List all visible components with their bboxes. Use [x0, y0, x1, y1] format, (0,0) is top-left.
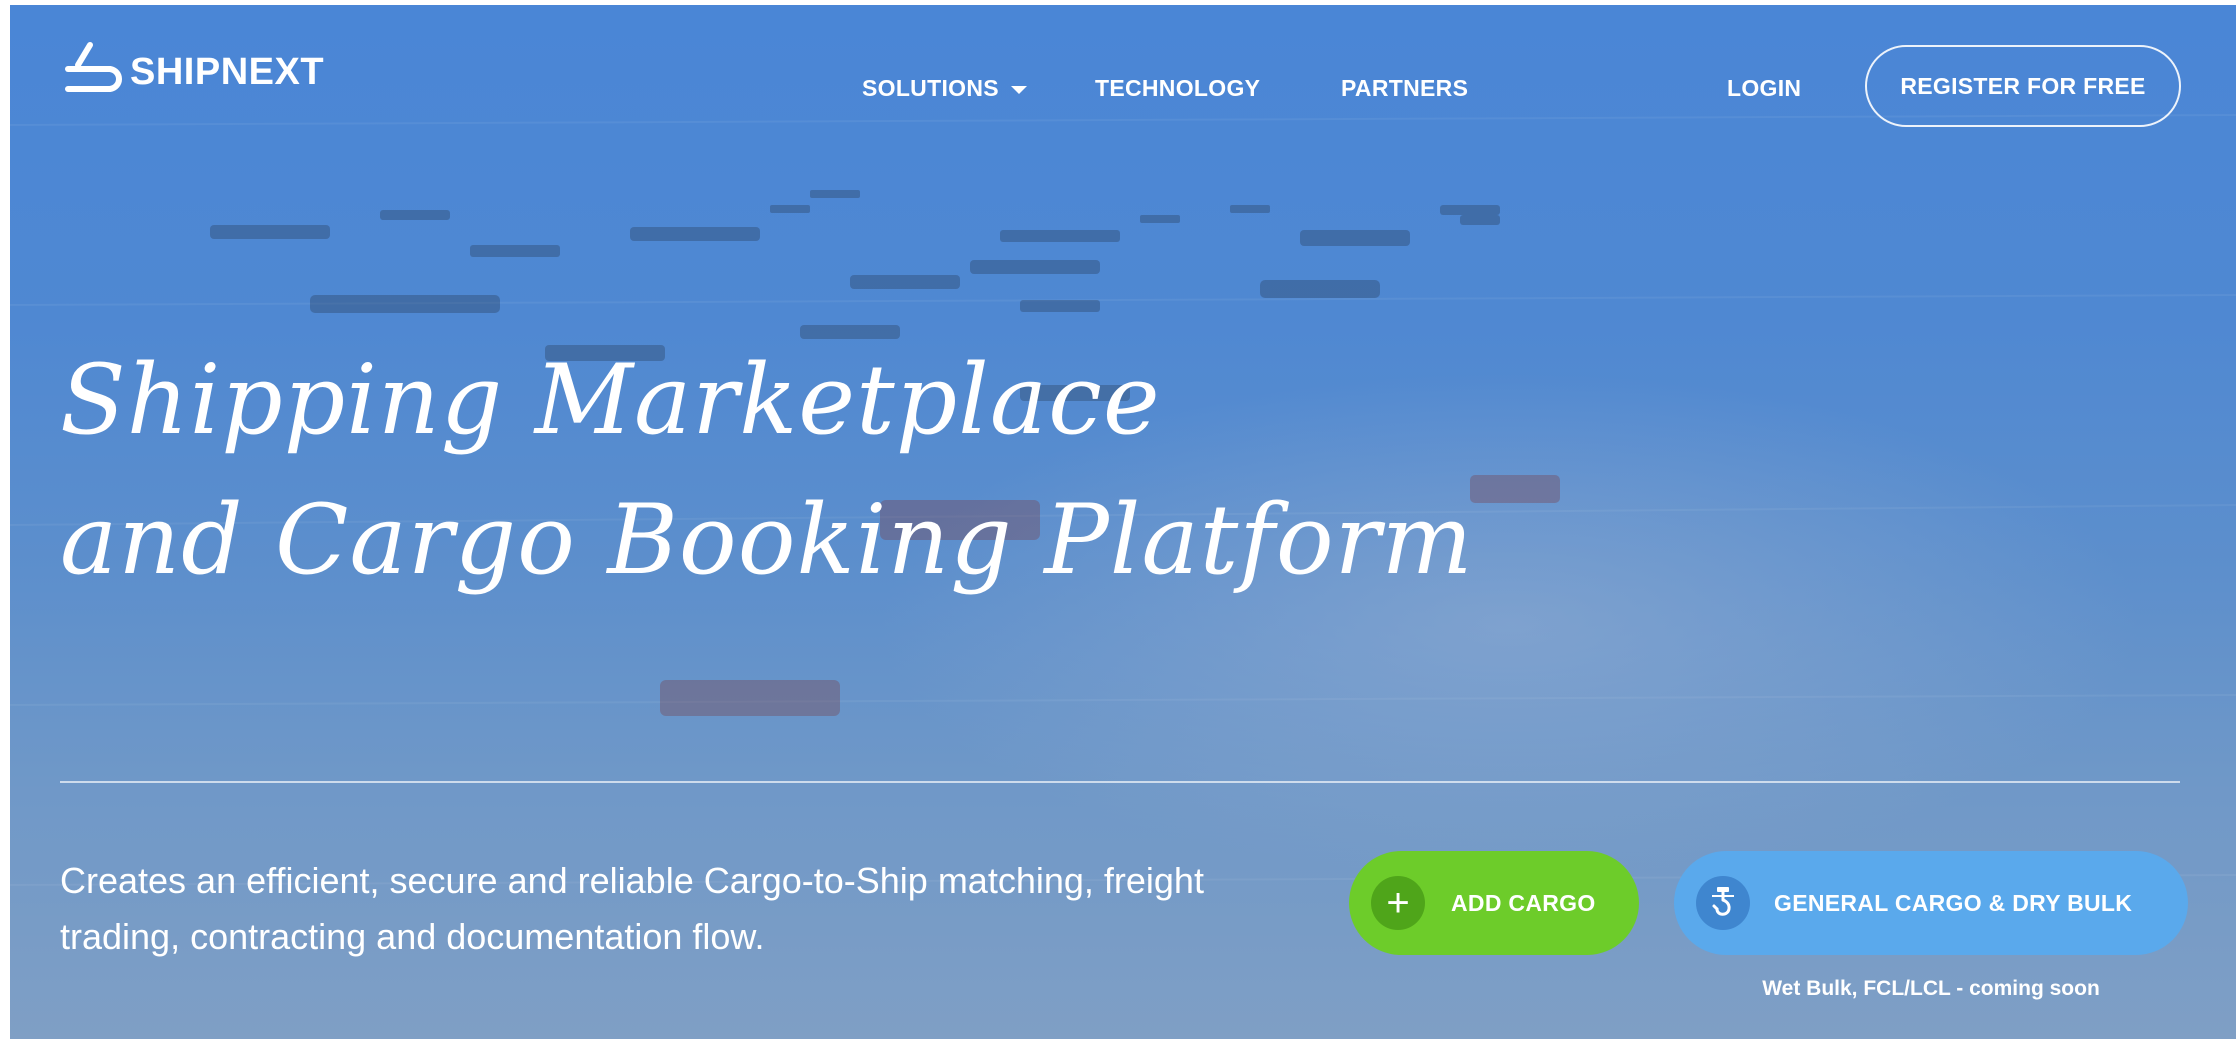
coming-soon-note: Wet Bulk, FCL/LCL - coming soon [1762, 977, 2100, 1000]
general-cargo-label: GENERAL CARGO & DRY BULK [1774, 889, 2133, 916]
hero-divider [60, 781, 2180, 783]
hero-headline-line1: Shipping Marketplace [60, 344, 1161, 456]
nav-login[interactable]: LOGIN [1727, 75, 1801, 102]
brand-logo[interactable]: SHIPNEXT [60, 39, 324, 105]
crane-hook-icon [1696, 876, 1750, 930]
hero-headline-line2: and Cargo Booking Platform [60, 484, 1474, 596]
nav-solutions-dropdown[interactable]: SOLUTIONS [862, 75, 1027, 102]
general-cargo-button[interactable]: GENERAL CARGO & DRY BULK [1674, 851, 2188, 955]
hero-section: SHIPNEXT SOLUTIONS TECHNOLOGY PARTNERS L… [10, 5, 2236, 1039]
nav-technology[interactable]: TECHNOLOGY [1095, 75, 1260, 102]
hero-headline: Shipping Marketplace and Cargo Booking P… [60, 330, 1474, 610]
brand-name: SHIPNEXT [130, 50, 325, 93]
nav-partners[interactable]: PARTNERS [1341, 75, 1468, 102]
chevron-down-icon [1010, 85, 1027, 94]
shipnext-logo-icon [65, 42, 122, 92]
register-button[interactable]: REGISTER FOR FREE [1865, 45, 2181, 127]
plus-icon: + [1371, 876, 1425, 930]
add-cargo-label: ADD CARGO [1451, 889, 1596, 916]
nav-solutions-label: SOLUTIONS [862, 75, 999, 101]
hero-tagline: Creates an efficient, secure and reliabl… [60, 860, 1204, 957]
add-cargo-button[interactable]: + ADD CARGO [1349, 851, 1639, 955]
